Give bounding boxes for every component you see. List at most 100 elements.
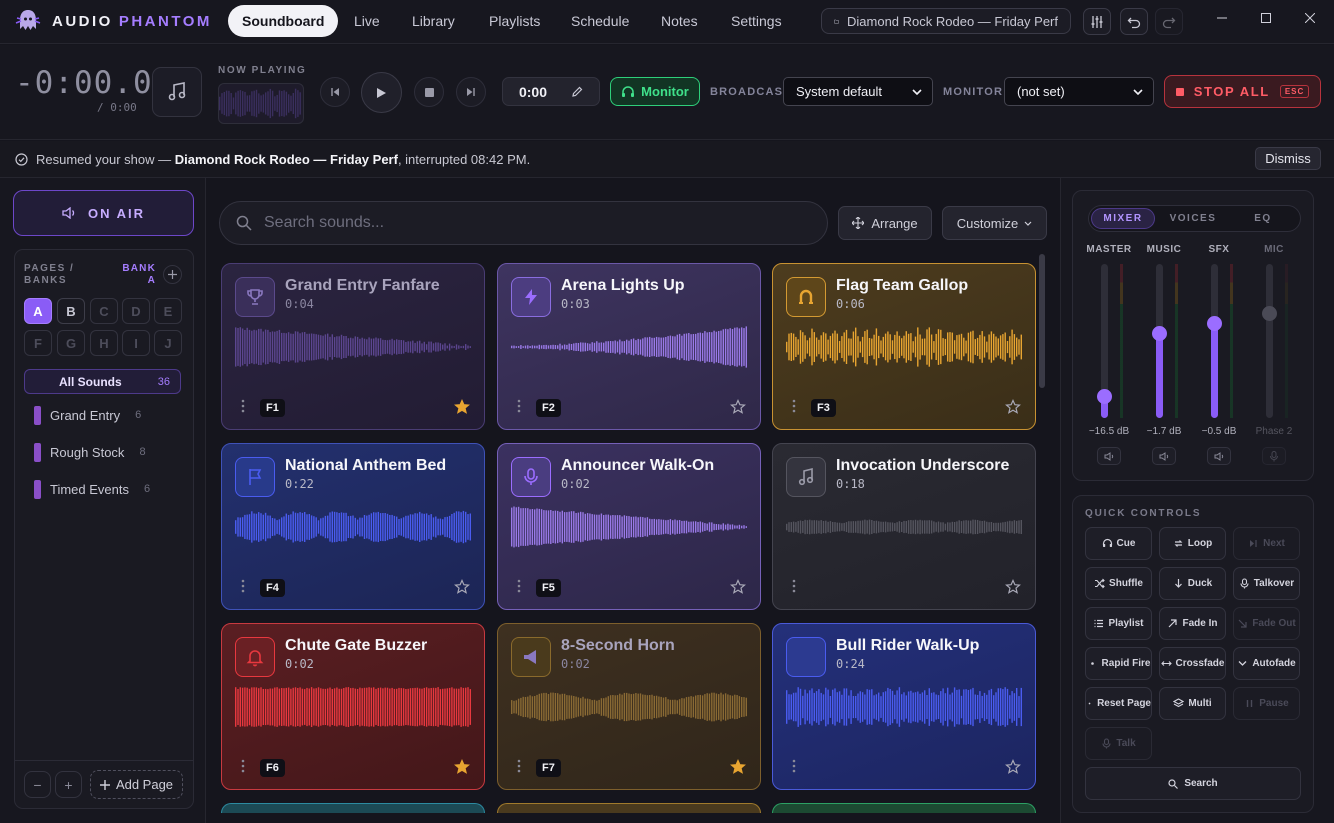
channel-mute-button[interactable] (1152, 447, 1176, 465)
more-options-icon[interactable] (789, 578, 799, 594)
channel-mute-button[interactable] (1207, 447, 1231, 465)
more-options-icon[interactable] (789, 758, 799, 774)
sound-card[interactable]: Arena Lights Up 0:03 F2 (497, 263, 761, 430)
quick-rapid-fire-button[interactable]: Rapid Fire (1085, 647, 1152, 680)
tab-voices[interactable]: VOICES (1160, 208, 1226, 229)
channel-fader-knob[interactable] (1152, 326, 1167, 341)
tab-notes[interactable]: Notes (647, 5, 712, 37)
previous-button[interactable] (320, 77, 350, 107)
tab-settings[interactable]: Settings (717, 5, 796, 37)
tab-schedule[interactable]: Schedule (557, 5, 643, 37)
next-button[interactable] (456, 77, 486, 107)
sound-card-partial[interactable] (221, 803, 485, 813)
quick-crossfade-button[interactable]: Crossfade (1159, 647, 1226, 680)
quick-loop-button[interactable]: Loop (1159, 527, 1226, 560)
on-air-button[interactable]: ON AIR (13, 190, 194, 236)
stop-button[interactable] (414, 77, 444, 107)
monitor-device-select[interactable]: (not set) (1004, 77, 1154, 106)
sound-card[interactable]: Flag Team Gallop 0:06 F3 (772, 263, 1036, 430)
add-page-small-button[interactable]: + (55, 771, 82, 798)
position-field[interactable]: 0:00 (502, 77, 600, 106)
favorite-star-icon[interactable] (1005, 579, 1021, 595)
more-options-icon[interactable] (238, 398, 248, 414)
undo-button[interactable] (1120, 8, 1148, 35)
all-sounds-item[interactable]: All Sounds 36 (24, 369, 181, 394)
page-item-rough-stock[interactable]: Rough Stock 8 (34, 442, 146, 462)
sound-search-input[interactable]: Search sounds... (219, 201, 828, 245)
tab-soundboard[interactable]: Soundboard (228, 5, 339, 37)
sound-card[interactable]: Invocation Underscore 0:18 (772, 443, 1036, 610)
show-selector[interactable]: Diamond Rock Rodeo — Friday Perf (821, 8, 1071, 34)
broadcast-device-select[interactable]: System default (783, 77, 933, 106)
quick-fade-in-button[interactable]: Fade In (1159, 607, 1226, 640)
arrange-button[interactable]: Arrange (838, 206, 932, 240)
bank-a[interactable]: A (24, 298, 52, 324)
favorite-star-icon[interactable] (1005, 759, 1021, 775)
more-options-icon[interactable] (514, 398, 524, 414)
bank-j[interactable]: J (154, 330, 182, 356)
quick-talkover-button[interactable]: Talkover (1233, 567, 1300, 600)
sound-card[interactable]: Chute Gate Buzzer 0:02 F6 (221, 623, 485, 790)
favorite-star-icon[interactable] (1005, 399, 1021, 415)
bank-f[interactable]: F (24, 330, 52, 356)
sound-card-partial[interactable] (497, 803, 761, 813)
monitor-toggle[interactable]: Monitor (610, 77, 700, 106)
dismiss-button[interactable]: Dismiss (1255, 147, 1321, 170)
play-button[interactable] (361, 72, 402, 113)
favorite-star-icon[interactable] (730, 399, 746, 415)
favorite-star-icon[interactable] (454, 579, 470, 595)
sound-card-partial[interactable] (772, 803, 1036, 813)
sound-card[interactable]: Bull Rider Walk-Up 0:24 (772, 623, 1036, 790)
customize-button[interactable]: Customize (942, 206, 1047, 240)
channel-mute-button[interactable] (1097, 447, 1121, 465)
tab-mixer[interactable]: MIXER (1091, 208, 1155, 229)
quick-next-button[interactable]: Next (1233, 527, 1300, 560)
page-item-grand-entry[interactable]: Grand Entry 6 (34, 405, 141, 425)
quick-autofade-button[interactable]: Autofade (1233, 647, 1300, 680)
bank-b[interactable]: B (57, 298, 85, 324)
more-options-icon[interactable] (238, 758, 248, 774)
sound-card[interactable]: Announcer Walk-On 0:02 F5 (497, 443, 761, 610)
page-item-timed-events[interactable]: Timed Events 6 (34, 479, 150, 499)
redo-button[interactable] (1155, 8, 1183, 35)
quick-pause-button[interactable]: Pause (1233, 687, 1300, 720)
quick-shuffle-button[interactable]: Shuffle (1085, 567, 1152, 600)
quick-search-button[interactable]: Search (1085, 767, 1301, 800)
stop-all-button[interactable]: STOP ALL ESC (1164, 75, 1321, 108)
bank-h[interactable]: H (90, 330, 118, 356)
quick-fade-out-button[interactable]: Fade Out (1233, 607, 1300, 640)
more-options-icon[interactable] (514, 578, 524, 594)
channel-fader-track[interactable] (1266, 264, 1273, 418)
quick-playlist-button[interactable]: Playlist (1085, 607, 1152, 640)
quick-talk-button[interactable]: Talk (1085, 727, 1152, 760)
quick-cue-button[interactable]: Cue (1085, 527, 1152, 560)
tab-eq[interactable]: EQ (1230, 208, 1296, 229)
add-page-button[interactable]: Add Page (90, 770, 183, 799)
mixer-toggle-button[interactable] (1083, 8, 1111, 35)
tab-library[interactable]: Library (398, 5, 469, 37)
channel-mute-button[interactable] (1262, 447, 1286, 465)
add-bank-button[interactable] (163, 265, 182, 284)
channel-fader-knob[interactable] (1262, 306, 1277, 321)
quick-duck-button[interactable]: Duck (1159, 567, 1226, 600)
grid-scrollbar[interactable] (1039, 254, 1045, 388)
bank-e[interactable]: E (154, 298, 182, 324)
quick-reset-page-button[interactable]: Reset Page (1085, 687, 1152, 720)
bank-g[interactable]: G (57, 330, 85, 356)
bank-i[interactable]: I (122, 330, 150, 356)
favorite-star-icon[interactable] (454, 399, 470, 415)
channel-fader-track[interactable] (1156, 264, 1163, 418)
sound-card[interactable]: Grand Entry Fanfare 0:04 F1 (221, 263, 485, 430)
more-options-icon[interactable] (789, 398, 799, 414)
channel-fader-track[interactable] (1211, 264, 1218, 418)
tab-playlists[interactable]: Playlists (475, 5, 554, 37)
maximize-button[interactable] (1256, 10, 1276, 26)
tab-live[interactable]: Live (340, 5, 394, 37)
channel-fader-knob[interactable] (1097, 389, 1112, 404)
favorite-star-icon[interactable] (454, 759, 470, 775)
sound-card[interactable]: National Anthem Bed 0:22 F4 (221, 443, 485, 610)
favorite-star-icon[interactable] (730, 759, 746, 775)
channel-fader-knob[interactable] (1207, 316, 1222, 331)
sound-card[interactable]: 8-Second Horn 0:02 F7 (497, 623, 761, 790)
more-options-icon[interactable] (514, 758, 524, 774)
